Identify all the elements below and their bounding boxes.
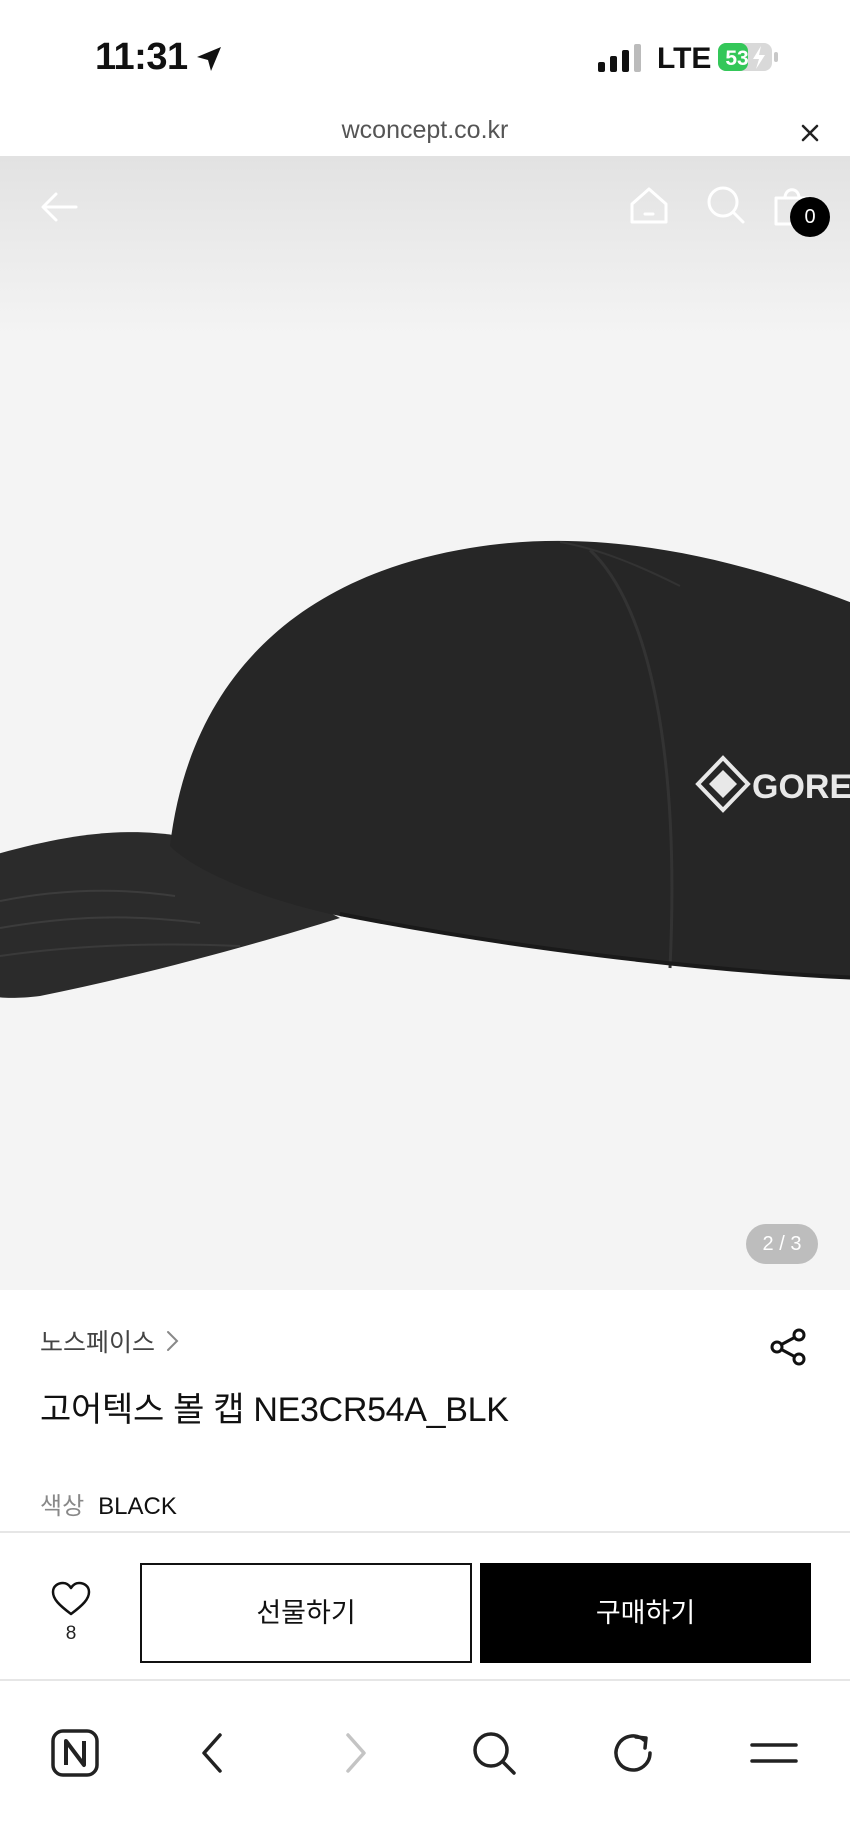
- buy-button[interactable]: 구매하기: [480, 1563, 811, 1663]
- menu-icon[interactable]: [748, 1727, 800, 1779]
- status-bar: 11:31 LTE 53: [0, 0, 850, 112]
- naver-n-icon[interactable]: [49, 1727, 101, 1779]
- url-bar: wconcept.co.kr: [0, 112, 850, 156]
- brand-link[interactable]: 노스페이스: [40, 1325, 183, 1357]
- search-icon[interactable]: [705, 184, 747, 226]
- image-page-indicator: 2 / 3: [746, 1224, 818, 1264]
- gore-tex-text: GORE-TEX: [752, 768, 850, 806]
- battery-level: 53: [725, 47, 748, 70]
- heart-icon[interactable]: [51, 1581, 91, 1617]
- color-option: 색상 BLACK: [40, 1486, 177, 1521]
- home-icon[interactable]: [628, 184, 670, 226]
- signal-icon: [598, 44, 641, 72]
- cart-count-badge[interactable]: 0: [790, 197, 830, 237]
- color-label: 색상: [40, 1493, 85, 1520]
- header-gradient: [0, 156, 850, 336]
- wishlist-count: 8: [65, 1623, 77, 1644]
- share-icon[interactable]: [768, 1327, 808, 1367]
- browser-search-icon[interactable]: [468, 1727, 520, 1779]
- color-value: BLACK: [98, 1493, 177, 1520]
- reload-icon[interactable]: [608, 1727, 660, 1779]
- browser-toolbar: [0, 1679, 850, 1842]
- gift-button[interactable]: 선물하기: [140, 1563, 472, 1663]
- purchase-action-bar: 8 선물하기 구매하기: [0, 1531, 850, 1679]
- battery-charging-icon: 53: [718, 43, 778, 71]
- close-icon[interactable]: [795, 118, 825, 148]
- browser-back-icon[interactable]: [188, 1727, 240, 1779]
- browser-forward-icon[interactable]: [328, 1727, 380, 1779]
- product-title: 고어텍스 볼 캡 NE3CR54A_BLK: [40, 1391, 509, 1429]
- product-image[interactable]: GORE-TEX: [0, 156, 850, 1290]
- brand-name[interactable]: 노스페이스: [40, 1323, 155, 1359]
- chevron-right-icon: [167, 1331, 179, 1351]
- url-domain[interactable]: wconcept.co.kr: [0, 116, 850, 145]
- back-arrow-icon[interactable]: [38, 185, 82, 229]
- status-time: 11:31: [95, 36, 188, 78]
- location-arrow-icon: [197, 47, 221, 71]
- network-label: LTE: [657, 42, 712, 75]
- wishlist-button[interactable]: 8: [40, 1581, 102, 1651]
